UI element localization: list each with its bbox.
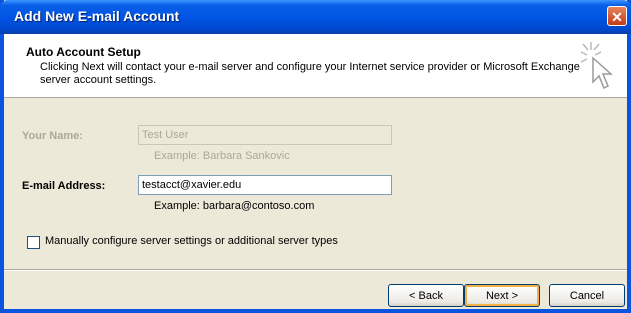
cursor-sparkle-icon xyxy=(580,42,613,90)
add-email-account-dialog: Add New E-mail Account ✕ Auto Account Se… xyxy=(0,0,631,313)
next-button[interactable]: Next > xyxy=(464,284,540,307)
email-address-example: Example: barbara@contoso.com xyxy=(154,200,315,212)
email-address-label: E-mail Address: xyxy=(22,180,106,192)
manual-config-checkbox[interactable] xyxy=(27,236,40,249)
cancel-button[interactable]: Cancel xyxy=(549,284,625,307)
title-bar: Add New E-mail Account ✕ xyxy=(0,0,631,34)
header-title: Auto Account Setup xyxy=(26,45,141,59)
footer-divider xyxy=(4,269,627,271)
window-title: Add New E-mail Account xyxy=(14,8,180,24)
back-button[interactable]: < Back xyxy=(388,284,464,307)
header-panel: Auto Account Setup Clicking Next will co… xyxy=(4,34,627,98)
email-address-field[interactable] xyxy=(138,175,392,195)
your-name-label: Your Name: xyxy=(22,130,83,142)
header-description: Clicking Next will contact your e-mail s… xyxy=(40,61,580,86)
your-name-field[interactable] xyxy=(138,125,392,145)
your-name-example: Example: Barbara Sankovic xyxy=(154,150,290,162)
close-icon: ✕ xyxy=(611,9,623,25)
manual-config-label[interactable]: Manually configure server settings or ad… xyxy=(45,235,338,247)
close-button[interactable]: ✕ xyxy=(607,6,627,26)
